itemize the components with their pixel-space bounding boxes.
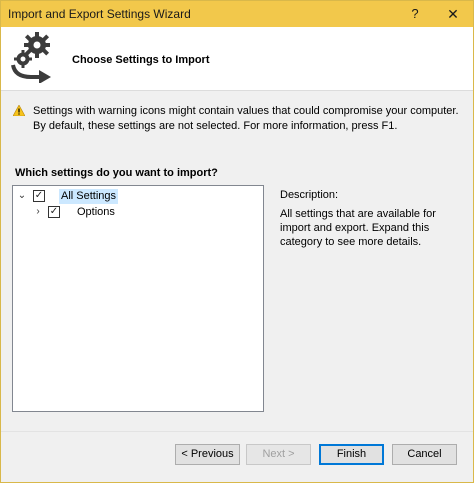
title-bar: Import and Export Settings Wizard ? ✕ xyxy=(1,1,473,27)
tree-item-all-settings[interactable]: ⌄ ✓ All Settings xyxy=(13,189,263,204)
description-label: Description: xyxy=(280,189,339,201)
wizard-header: Choose Settings to Import xyxy=(1,27,473,91)
settings-question: Which settings do you want to import? xyxy=(15,167,218,179)
warning-icon xyxy=(13,105,25,116)
chevron-right-icon[interactable]: › xyxy=(33,206,43,218)
options-checkbox[interactable]: ✓ xyxy=(48,206,60,218)
cancel-button[interactable]: Cancel xyxy=(392,444,457,465)
tree-item-label[interactable]: All Settings xyxy=(59,189,119,204)
previous-button[interactable]: < Previous xyxy=(175,444,240,465)
warning-text: Settings with warning icons might contai… xyxy=(33,105,459,132)
all-settings-checkbox[interactable]: ✓ xyxy=(33,190,45,202)
help-button[interactable]: ? xyxy=(397,1,433,27)
description-panel: Description: All settings that are avail… xyxy=(280,188,460,249)
tree-item-options[interactable]: › ✓ Options xyxy=(13,205,263,220)
gears-arrow-icon xyxy=(11,32,51,83)
description-text: All settings that are available for impo… xyxy=(280,208,436,248)
settings-tree[interactable]: ⌄ ✓ All Settings › ✓ Options xyxy=(12,185,264,412)
window-title: Import and Export Settings Wizard xyxy=(8,7,191,21)
page-title: Choose Settings to Import xyxy=(72,54,210,66)
tree-item-label[interactable]: Options xyxy=(75,205,117,220)
chevron-down-icon[interactable]: ⌄ xyxy=(17,190,27,202)
footer-divider xyxy=(1,431,473,432)
close-button[interactable]: ✕ xyxy=(435,1,471,27)
next-button[interactable]: Next > xyxy=(246,444,311,465)
wizard-window: Import and Export Settings Wizard ? ✕ Ch… xyxy=(0,0,474,483)
finish-button[interactable]: Finish xyxy=(319,444,384,465)
